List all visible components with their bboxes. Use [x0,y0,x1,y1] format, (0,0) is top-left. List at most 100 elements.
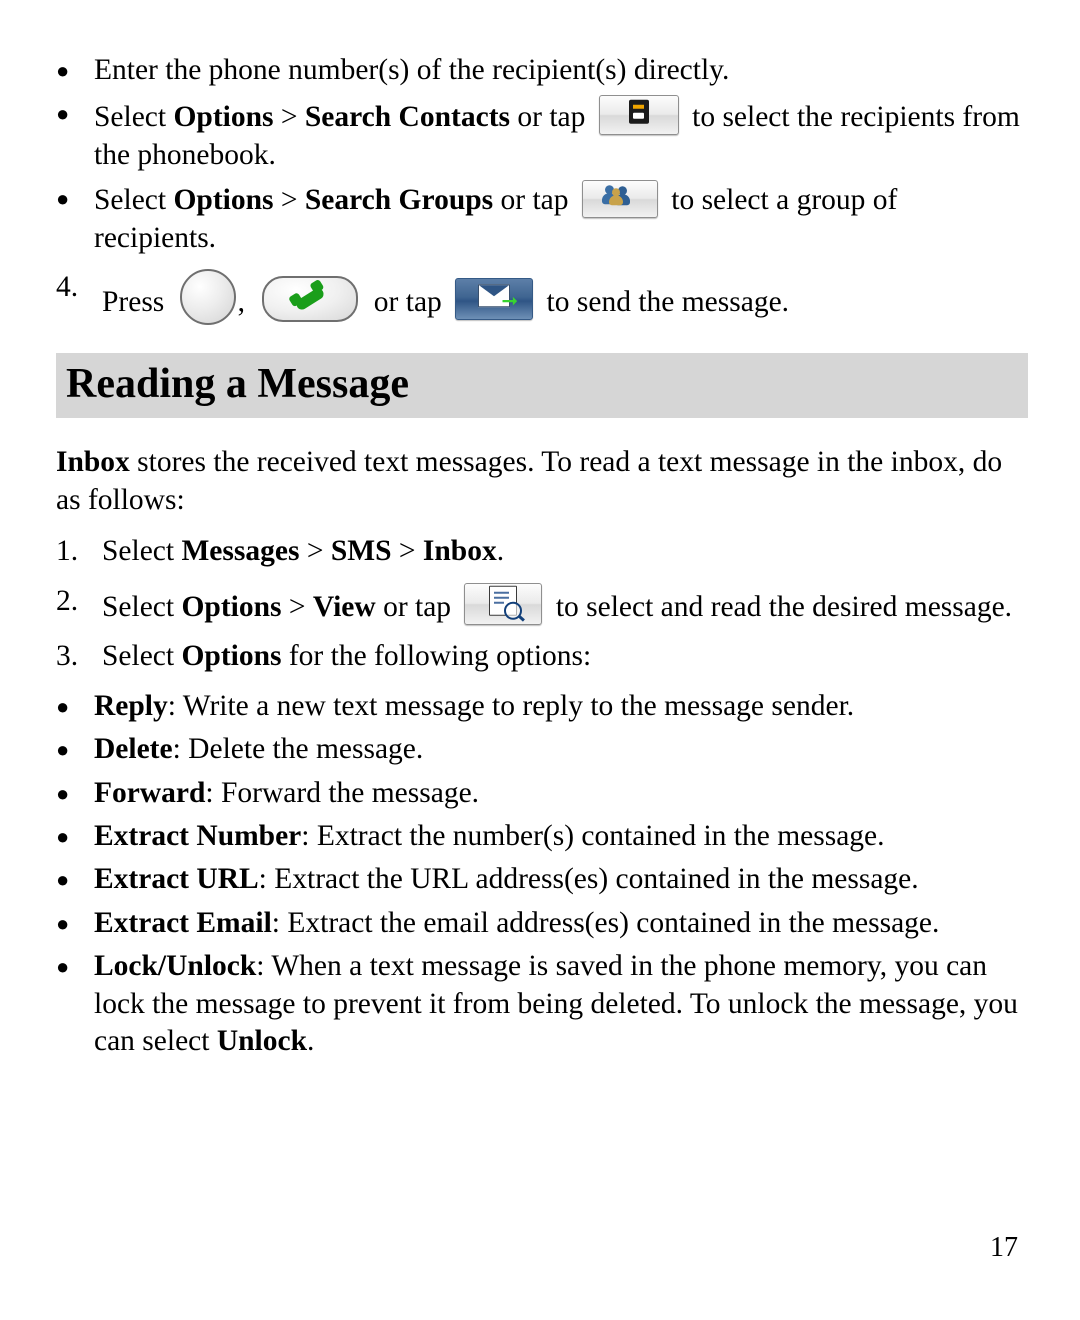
text-separator: > [391,535,423,568]
option-item: ● Lock/Unlock: When a text message is sa… [56,948,1020,1060]
bullet-icon: ● [56,58,70,83]
option-item: ● Forward: Forward the message. [56,775,1020,812]
text-comma: , [237,286,253,319]
text-or-tap: or tap [493,184,576,217]
text-period: . [307,1025,315,1058]
label-messages: Messages [181,535,300,568]
text-select: Select [102,535,182,568]
groups-people-icon[interactable] [581,180,658,219]
bullet-icon: ● [56,101,70,127]
label-extract-email: Extract Email [94,906,272,939]
list-item: ● Select Options > Search Contacts or ta… [56,95,1020,174]
document-page: ● Enter the phone number(s) of the recip… [0,0,1080,1320]
option-description: : Forward the message. [205,776,480,809]
bullet-icon: ● [56,693,70,719]
bullet-icon: ● [56,186,70,212]
label-extract-url: Extract URL [94,863,259,896]
send-envelope-icon[interactable]: ➞ [455,278,534,321]
bullet-icon: ● [56,954,70,980]
view-message-icon[interactable] [464,582,543,625]
option-text: Extract Number: Extract the number(s) co… [94,818,1020,855]
option-description: : Extract the email address(es) containe… [271,906,940,939]
text-separator: > [273,101,305,134]
option-text: Extract Email: Extract the email address… [94,905,1020,942]
numbered-step: 3. Select Options for the following opti… [56,638,1020,675]
label-extract-number: Extract Number [94,819,302,852]
text-or-tap: or tap [366,286,450,319]
option-description: : Extract the number(s) contained in the… [301,819,885,852]
label-unlock: Unlock [216,1025,308,1058]
label-sms: SMS [330,535,392,568]
option-text: Delete: Delete the message. [94,731,1020,768]
option-item: ● Reply: Write a new text message to rep… [56,688,1020,725]
list-item-text: Enter the phone number(s) of the recipie… [94,52,1020,89]
intro-paragraph: Inbox stores the received text messages.… [56,444,1020,520]
label-options: Options [173,101,274,134]
option-description: : Write a new text message to reply to t… [167,689,855,722]
text-select: Select [102,640,182,673]
option-text: Lock/Unlock: When a text message is save… [94,948,1020,1060]
bullet-icon: ● [56,867,70,893]
groups-people-glyph [583,185,657,215]
bullet-icon: ● [56,780,70,806]
text-separator: > [299,535,331,568]
text-or-tap: or tap [510,101,593,134]
text-enter-number: Enter the phone number(s) of the recipie… [94,54,730,86]
text-select: Select [94,101,174,134]
label-inbox: Inbox [56,445,130,478]
text-select: Select [102,590,182,623]
option-text: Extract URL: Extract the URL address(es)… [94,861,1020,898]
text-separator: > [273,184,305,217]
bullet-icon: ● [56,910,70,936]
contacts-card-icon[interactable] [598,95,679,136]
option-description: : Extract the URL address(es) contained … [258,863,919,896]
step-text: Select Options for the following options… [102,638,1020,675]
numbered-step: 4. Press , or tap ➞ to send the message. [56,269,1020,326]
contacts-card-glyph [600,100,678,131]
text-select: Select [94,184,174,217]
option-item: ● Extract Number: Extract the number(s) … [56,818,1020,855]
label-lock-unlock: Lock/Unlock [94,950,257,983]
list-item: ● Enter the phone number(s) of the recip… [56,52,1020,89]
text-press: Press [102,286,172,319]
step-number: 4. [56,271,79,304]
numbered-step: 1. Select Messages > SMS > Inbox. [56,533,1020,570]
list-item: ● Select Options > Search Groups or tap … [56,180,1020,257]
step-number: 1. [56,535,79,568]
label-options: Options [173,184,274,217]
label-delete: Delete [94,733,173,766]
text-or-tap: or tap [375,590,459,623]
step-number: 2. [56,584,79,617]
step-number: 3. [56,640,79,673]
label-inbox: Inbox [422,535,497,568]
label-options: Options [181,590,282,623]
numbered-step: 2. Select Options > View or tap to selec… [56,582,1020,626]
text-period: . [496,535,505,568]
label-reply: Reply [94,689,168,722]
option-text: Forward: Forward the message. [94,775,1020,812]
step-text: Select Options > View or tap to select a… [102,582,1020,626]
text-following-options: for the following options: [281,640,592,673]
page-number: 17 [990,1232,1018,1263]
option-description: : Delete the message. [172,733,424,766]
label-options: Options [181,640,282,673]
step-text: Press , or tap ➞ to send the message. [102,269,1020,326]
section-heading: Reading a Message [56,353,1028,418]
label-forward: Forward [94,776,206,809]
text-read-message: to select and read the desired message. [548,590,1013,623]
option-item: ● Delete: Delete the message. [56,731,1020,768]
intro-text: stores the received text messages. To re… [56,445,1003,516]
bullet-icon: ● [56,823,70,849]
view-message-glyph [465,585,541,622]
step-text: Select Messages > SMS > Inbox. [102,533,1020,570]
call-key-icon[interactable] [262,276,359,323]
option-item: ● Extract Email: Extract the email addre… [56,905,1020,942]
list-item-text: Select Options > Search Groups or tap to… [94,180,1020,257]
label-search-groups: Search Groups [304,184,494,217]
send-envelope-glyph: ➞ [456,284,532,315]
list-item-text: Select Options > Search Contacts or tap … [94,95,1020,174]
ok-key-icon[interactable] [179,269,236,326]
text-send-message: to send the message. [539,286,790,319]
text-separator: > [281,590,313,623]
option-text: Reply: Write a new text message to reply… [94,688,1020,725]
